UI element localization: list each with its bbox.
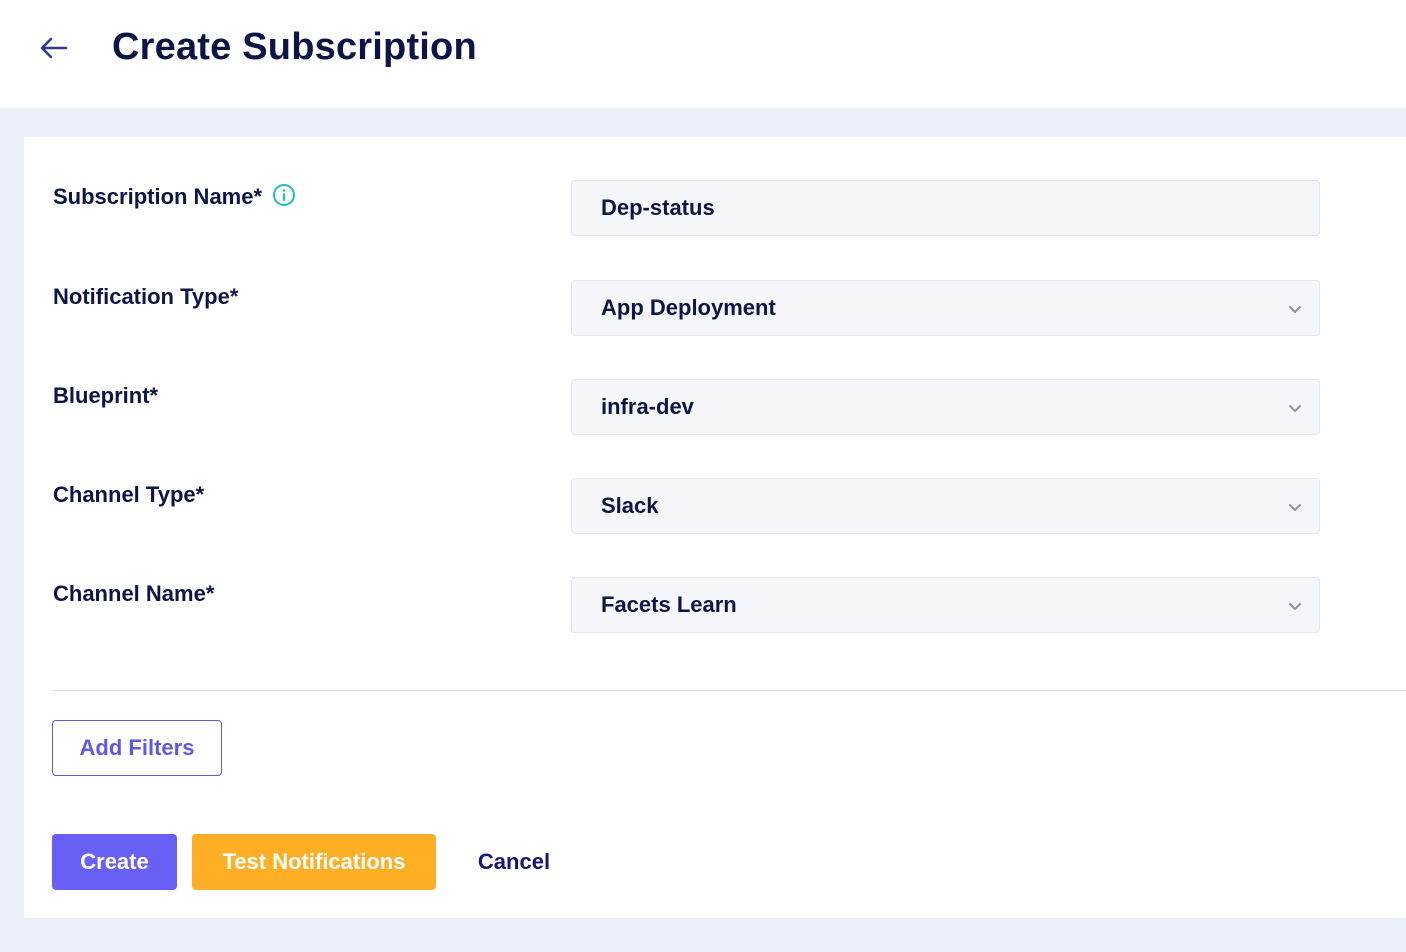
subscription-name-label: Subscription Name* — [53, 184, 263, 209]
channel-name-row: Channel Name* Facets Learn — [24, 577, 1406, 633]
create-button[interactable]: Create — [52, 834, 177, 890]
blueprint-value: infra-dev — [601, 394, 694, 419]
channel-type-label: Channel Type* — [53, 482, 205, 507]
divider — [52, 690, 1406, 691]
notification-type-label: Notification Type* — [53, 284, 239, 309]
cancel-button[interactable]: Cancel — [454, 834, 574, 890]
blueprint-label: Blueprint* — [53, 383, 159, 408]
chevron-down-icon — [1289, 405, 1301, 412]
channel-name-select[interactable]: Facets Learn — [571, 577, 1320, 633]
channel-name-label: Channel Name* — [53, 581, 215, 606]
blueprint-row: Blueprint* infra-dev — [24, 379, 1406, 435]
blueprint-select[interactable]: infra-dev — [571, 379, 1320, 435]
info-icon[interactable] — [272, 183, 296, 207]
add-filters-button[interactable]: Add Filters — [52, 720, 222, 776]
subscription-name-row: Subscription Name* Dep-status — [24, 180, 1406, 236]
chevron-down-icon — [1289, 306, 1301, 313]
test-notifications-button[interactable]: Test Notifications — [192, 834, 436, 890]
channel-type-row: Channel Type* Slack — [24, 478, 1406, 534]
subscription-form: Subscription Name* Dep-status Notificati… — [24, 137, 1406, 918]
subscription-name-input[interactable]: Dep-status — [571, 180, 1320, 236]
channel-type-value: Slack — [601, 493, 659, 518]
chevron-down-icon — [1289, 504, 1301, 511]
arrow-left-icon — [40, 37, 68, 59]
notification-type-value: App Deployment — [601, 295, 776, 320]
chevron-down-icon — [1289, 603, 1301, 610]
channel-name-value: Facets Learn — [601, 592, 737, 617]
back-button[interactable] — [34, 30, 72, 66]
page-header: Create Subscription — [0, 0, 1406, 108]
channel-type-select[interactable]: Slack — [571, 478, 1320, 534]
page-title: Create Subscription — [112, 26, 477, 68]
subscription-name-value: Dep-status — [601, 195, 715, 220]
notification-type-row: Notification Type* App Deployment — [24, 280, 1406, 336]
notification-type-select[interactable]: App Deployment — [571, 280, 1320, 336]
